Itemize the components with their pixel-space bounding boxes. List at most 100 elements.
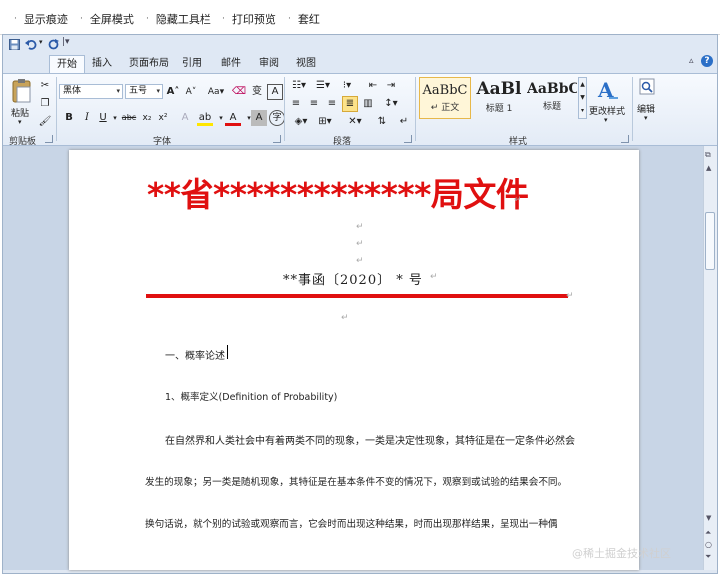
tab-view[interactable]: 视图: [296, 56, 316, 72]
enclose-char-icon[interactable]: 字: [269, 110, 285, 126]
strikethrough-icon[interactable]: abc: [119, 110, 139, 126]
multilevel-list-icon[interactable]: ⁝▾: [336, 78, 358, 94]
scrollbar-thumb[interactable]: [705, 212, 715, 270]
increase-indent-icon[interactable]: ⇥: [383, 78, 399, 94]
highlight-icon[interactable]: ab: [197, 110, 213, 126]
paste-dropdown-icon[interactable]: ▾: [18, 118, 22, 126]
subscript-icon[interactable]: x₂: [139, 110, 155, 126]
numbering-icon[interactable]: ☰▾: [312, 78, 334, 94]
superscript-icon[interactable]: x²: [155, 110, 171, 126]
line-spacing-icon[interactable]: ↕▾: [380, 96, 402, 112]
styles-launcher-icon[interactable]: [621, 135, 629, 143]
shading-icon[interactable]: ◈▾: [290, 114, 312, 130]
tab-review[interactable]: 审阅: [259, 56, 279, 72]
group-divider: [632, 77, 633, 141]
distributed-icon[interactable]: ▥: [360, 96, 376, 112]
tab-references[interactable]: 引用: [182, 56, 202, 72]
next-page-icon[interactable]: ⏷: [705, 552, 711, 562]
body-line-3: 换句话说，就个别的试验或观察而言，它会时而出现这种结果，时而出现那样结果，呈现出…: [145, 519, 558, 530]
style-title-name: 标题: [542, 102, 561, 112]
tab-mailings[interactable]: 邮件: [221, 56, 241, 72]
hide-toolbar-label: 隐藏工具栏: [155, 13, 211, 26]
change-case-icon[interactable]: Aa▾: [205, 84, 227, 100]
red-separator-line: [146, 294, 568, 298]
align-left-icon[interactable]: ≡: [288, 96, 304, 112]
change-styles-icon[interactable]: A: [597, 78, 619, 100]
font-name-combo[interactable]: 黑体 ▾: [59, 84, 123, 99]
clear-format-icon[interactable]: ⌫: [231, 84, 247, 100]
sort-icon[interactable]: ⇅: [374, 114, 390, 130]
editing-dropdown-icon[interactable]: ▾: [644, 114, 648, 122]
justify-icon[interactable]: ≣: [342, 96, 358, 112]
prev-page-icon[interactable]: ⏶: [705, 528, 711, 538]
undo-icon[interactable]: [25, 39, 37, 50]
hide-toolbar-button[interactable]: · 隐藏工具栏: [146, 11, 211, 27]
red-header-button[interactable]: · 套红: [288, 11, 320, 27]
fullscreen-button[interactable]: · 全屏模式: [80, 11, 134, 27]
phonetic-guide-icon[interactable]: 变: [249, 84, 265, 100]
decrease-indent-icon[interactable]: ⇤: [365, 78, 381, 94]
bullet-icon: ·: [80, 14, 83, 24]
align-center-icon[interactable]: ≡: [306, 96, 322, 112]
show-revisions-button[interactable]: · 显示痕迹: [14, 11, 68, 27]
style-normal[interactable]: AaBbC ↵ 正文: [419, 77, 471, 119]
print-preview-button[interactable]: · 打印预览: [222, 11, 276, 27]
red-header-title: **省*************局文件: [147, 175, 529, 214]
font-color-icon[interactable]: A: [225, 110, 241, 126]
char-border-icon[interactable]: A: [267, 84, 283, 100]
style-normal-name: ↵ 正文: [430, 103, 460, 113]
chevron-down-icon: ▾: [156, 87, 160, 95]
ruler-toggle-icon[interactable]: ⧉: [705, 150, 711, 160]
help-icon[interactable]: ?: [701, 55, 713, 67]
tab-insert[interactable]: 插入: [92, 56, 112, 72]
style-heading1-preview: AaBl: [476, 79, 522, 99]
style-normal-preview: AaBbC: [422, 83, 468, 98]
format-painter-icon[interactable]: 🖌: [37, 114, 53, 130]
align-right-icon[interactable]: ≡: [324, 96, 340, 112]
paragraph-mark: ↵: [356, 222, 364, 232]
style-heading1[interactable]: AaBl 标题 1: [473, 77, 525, 119]
paragraph-mark: ↵: [566, 291, 574, 301]
bullets-icon[interactable]: ☷▾: [288, 78, 310, 94]
font-size-combo[interactable]: 五号 ▾: [125, 84, 163, 99]
paragraph-mark: ↵: [356, 256, 364, 266]
undo-dropdown-icon[interactable]: ▾: [39, 38, 43, 46]
shrink-font-icon[interactable]: A˅: [183, 84, 199, 100]
cut-icon[interactable]: ✂: [37, 78, 53, 94]
italic-icon[interactable]: I: [79, 110, 95, 126]
minimize-ribbon-icon[interactable]: ▵: [689, 56, 694, 66]
copy-icon[interactable]: ❐: [37, 96, 53, 112]
browse-object-icon[interactable]: ○: [705, 540, 712, 549]
paragraph-launcher-icon[interactable]: [404, 135, 412, 143]
tab-home[interactable]: 开始: [49, 55, 85, 74]
clipboard-launcher-icon[interactable]: [45, 135, 53, 143]
scroll-down-icon[interactable]: ▼: [706, 514, 711, 522]
style-title[interactable]: AaBbC 标题: [527, 77, 577, 119]
print-preview-label: 打印预览: [231, 13, 276, 26]
char-shading-icon[interactable]: A: [251, 110, 267, 126]
paste-icon[interactable]: [11, 78, 33, 104]
show-marks-icon[interactable]: ↵: [396, 114, 412, 130]
scroll-up-icon[interactable]: ▲: [706, 164, 711, 172]
tab-page-layout[interactable]: 页面布局: [129, 56, 169, 72]
change-styles-dropdown-icon[interactable]: ▾: [604, 116, 608, 124]
redo-icon[interactable]: [48, 39, 59, 50]
customize-qat-icon[interactable]: |▾: [62, 37, 70, 47]
chinese-layout-icon[interactable]: ✕▾: [344, 114, 366, 130]
font-size-value: 五号: [129, 86, 148, 96]
font-launcher-icon[interactable]: [273, 135, 281, 143]
styles-scroll[interactable]: ▲ ▼ ▾: [578, 77, 587, 119]
bullet-icon: ·: [222, 14, 225, 24]
vertical-scrollbar[interactable]: [703, 146, 717, 570]
text-cursor: [227, 345, 228, 359]
paragraph-mark: ↵: [356, 239, 364, 249]
ribbon-tabs: 开始 插入 页面布局 引用 邮件 审阅 视图 ▵ ?: [3, 53, 717, 74]
borders-icon[interactable]: ⊞▾: [314, 114, 336, 130]
text-effects-icon[interactable]: A: [177, 110, 193, 126]
document-number: **事函〔2020〕 * 号: [283, 273, 423, 288]
grow-font-icon[interactable]: A˄: [165, 84, 181, 100]
bold-icon[interactable]: B: [61, 110, 77, 126]
save-icon[interactable]: [9, 39, 20, 50]
heading-probability: 一、概率论述: [165, 351, 225, 362]
find-icon[interactable]: [639, 78, 655, 96]
